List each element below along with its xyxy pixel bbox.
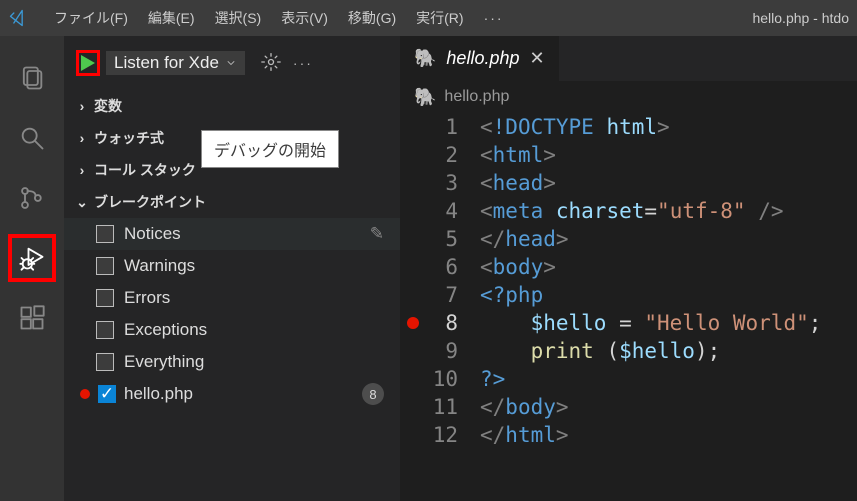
breakpoint-category-label: Everything (124, 352, 204, 372)
line-number-gutter: 123456789101112 (426, 113, 470, 457)
line-number: 5 (426, 225, 458, 253)
line-number: 6 (426, 253, 458, 281)
breakpoint-line-badge: 8 (362, 383, 384, 405)
line-number: 4 (426, 197, 458, 225)
vscode-logo-icon (8, 8, 28, 28)
breakpoint-category-item[interactable]: Exceptions (64, 314, 400, 346)
breakpoint-checkbox[interactable] (96, 225, 114, 243)
php-file-icon: 🐘 (414, 48, 436, 69)
menu-item[interactable]: 編集(E) (138, 10, 205, 26)
breakpoint-category-item[interactable]: Everything (64, 346, 400, 378)
config-label: Listen for Xde (114, 53, 219, 73)
breakpoint-category-label: Warnings (124, 256, 195, 276)
run-debug-icon[interactable] (8, 234, 56, 282)
chevron-right-icon: › (76, 130, 88, 146)
chevron-right-icon: › (76, 162, 88, 178)
menu-overflow-icon[interactable]: ··· (474, 10, 514, 26)
window-title: hello.php - htdo (752, 10, 849, 26)
line-number: 12 (426, 421, 458, 449)
menubar: ファイル(F)編集(E)選択(S)表示(V)移動(G)実行(R) ··· hel… (0, 0, 857, 36)
source-control-icon[interactable] (8, 174, 56, 222)
line-number: 9 (426, 337, 458, 365)
editor: 🐘 hello.php ✕ 🐘 hello.php 12345678910111… (400, 36, 857, 501)
tab-label: hello.php (446, 48, 519, 69)
menu-item[interactable]: 表示(V) (271, 10, 338, 26)
tab-hello-php[interactable]: 🐘 hello.php ✕ (400, 36, 559, 81)
breakpoint-category-label: Exceptions (124, 320, 207, 340)
chevron-down-icon (225, 57, 237, 69)
breakpoint-category-label: Notices (124, 224, 181, 244)
menu-item[interactable]: ファイル(F) (44, 10, 138, 26)
debug-config-select[interactable]: Listen for Xde (106, 51, 245, 75)
breadcrumb-file: hello.php (444, 88, 509, 106)
breakpoint-checkbox[interactable] (96, 257, 114, 275)
breakpoint-gutter[interactable] (400, 113, 426, 457)
breakpoint-checkbox[interactable] (96, 289, 114, 307)
breakpoint-category-item[interactable]: Notices ✎ (64, 218, 400, 250)
breakpoint-category-label: Errors (124, 288, 170, 308)
explorer-icon[interactable] (8, 54, 56, 102)
breakpoint-checkbox[interactable] (96, 353, 114, 371)
extensions-icon[interactable] (8, 294, 56, 342)
menu-item[interactable]: 選択(S) (205, 10, 272, 26)
line-number: 11 (426, 393, 458, 421)
breakpoint-dot-icon (80, 389, 90, 399)
play-icon (81, 55, 95, 71)
tab-bar: 🐘 hello.php ✕ (400, 36, 857, 81)
edit-icon[interactable]: ✎ (370, 224, 384, 244)
search-icon[interactable] (8, 114, 56, 162)
close-icon[interactable]: ✕ (530, 48, 545, 69)
section-variables[interactable]: › 変数 (64, 90, 400, 122)
breadcrumb[interactable]: 🐘 hello.php (400, 81, 857, 113)
breakpoint-checkbox[interactable]: ✓ (98, 385, 116, 403)
more-icon[interactable]: ··· (293, 55, 313, 71)
line-number: 2 (426, 141, 458, 169)
activity-bar (0, 36, 64, 501)
section-breakpoints[interactable]: ⌄ ブレークポイント (64, 186, 400, 218)
chevron-right-icon: › (76, 98, 88, 114)
php-file-icon: 🐘 (414, 87, 436, 108)
start-debug-button[interactable] (76, 50, 100, 76)
gear-icon[interactable] (261, 52, 281, 75)
line-number: 3 (426, 169, 458, 197)
breakpoint-category-item[interactable]: Errors (64, 282, 400, 314)
breakpoint-category-item[interactable]: Warnings (64, 250, 400, 282)
line-number: 1 (426, 113, 458, 141)
breakpoint-dot-icon (407, 317, 419, 329)
debug-sidebar: Listen for Xde ··· デバッグの開始 › 変数 › ウォッチ式 … (64, 36, 400, 501)
breakpoint-checkbox[interactable] (96, 321, 114, 339)
start-debug-tooltip: デバッグの開始 (201, 130, 339, 168)
line-number: 8 (426, 309, 458, 337)
menu-item[interactable]: 実行(R) (406, 10, 473, 26)
line-number: 10 (426, 365, 458, 393)
chevron-down-icon: ⌄ (76, 194, 88, 211)
breakpoint-file-label: hello.php (124, 384, 193, 404)
line-number: 7 (426, 281, 458, 309)
menu-item[interactable]: 移動(G) (338, 10, 406, 26)
code-content[interactable]: <!DOCTYPE html><html><head><meta charset… (470, 113, 821, 457)
breakpoint-file-item[interactable]: ✓ hello.php 8 (64, 378, 400, 410)
